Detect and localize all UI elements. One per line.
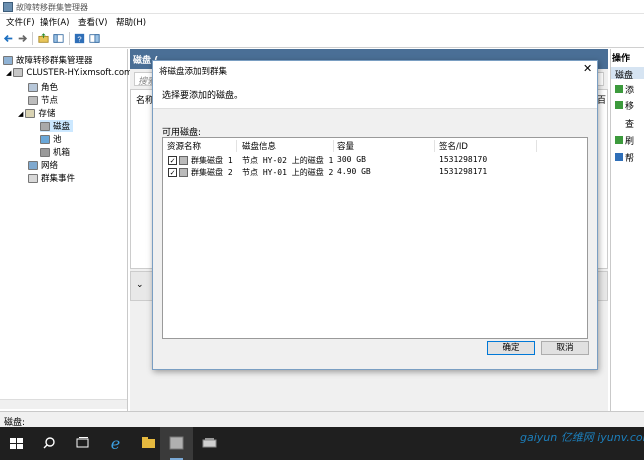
toolbar-separator bbox=[69, 32, 70, 45]
search-icon[interactable] bbox=[33, 427, 66, 460]
disk-icon bbox=[179, 156, 188, 165]
tree-item-storage[interactable]: ◢ 存储 bbox=[18, 107, 55, 119]
tree-item-pools[interactable]: 池 bbox=[40, 133, 62, 145]
disk-capacity: 4.90 GB bbox=[337, 167, 371, 176]
tree-item-disks[interactable]: 磁盘 bbox=[40, 120, 74, 132]
tree-cluster[interactable]: ◢ CLUSTER-HY.ixmsoft.com bbox=[6, 68, 132, 80]
disk-signature: 1531298170 bbox=[439, 155, 488, 164]
disk-icon bbox=[40, 122, 50, 131]
close-icon[interactable]: ✕ bbox=[583, 62, 592, 75]
menubar: 文件(F) 操作(A) 查看(V) 帮助(H) bbox=[0, 14, 644, 29]
menu-view[interactable]: 查看(V) bbox=[78, 16, 107, 28]
dialog-instruction: 选择要添加的磁盘。 bbox=[162, 91, 244, 101]
disk-row[interactable]: ✓ 群集磁盘 2 节点 HY-01 上的磁盘 2 4.90 GB 1531298… bbox=[163, 167, 587, 179]
disk-list: 资源名称 磁盘信息 容量 签名/ID ✓ 群集磁盘 1 节点 HY-02 上的磁… bbox=[162, 137, 588, 339]
help-icon bbox=[615, 153, 623, 161]
move-icon bbox=[615, 101, 623, 109]
disk-capacity: 300 GB bbox=[337, 155, 366, 164]
failover-cluster-manager-taskbar-icon[interactable] bbox=[160, 427, 193, 460]
action-add[interactable]: 添 bbox=[615, 83, 644, 96]
disk-checkbox[interactable]: ✓ bbox=[168, 156, 177, 165]
cancel-button[interactable]: 取消 bbox=[541, 341, 589, 355]
pool-icon bbox=[40, 135, 50, 144]
menu-file[interactable]: 文件(F) bbox=[6, 16, 35, 28]
tree-item-networks[interactable]: 网络 bbox=[28, 159, 58, 171]
tree-root[interactable]: 故障转移群集管理器 bbox=[3, 54, 93, 66]
toolbar-separator bbox=[32, 32, 33, 45]
taskbar: e gaiyun 亿维网 iyunv.com bbox=[0, 427, 644, 460]
dialog-body: 选择要添加的磁盘。 可用磁盘: 资源名称 磁盘信息 容量 签名/ID ✓ 群集磁… bbox=[153, 79, 597, 369]
disk-signature: 1531298171 bbox=[439, 167, 488, 176]
back-arrow-icon[interactable] bbox=[2, 32, 15, 45]
menu-action[interactable]: 操作(A) bbox=[40, 16, 69, 28]
refresh-icon bbox=[615, 136, 623, 144]
column-header-signature[interactable]: 签名/ID bbox=[437, 140, 537, 152]
add-disk-icon bbox=[615, 85, 623, 93]
column-header-resource-name[interactable]: 资源名称 bbox=[167, 140, 237, 152]
enclosure-icon bbox=[40, 148, 50, 157]
dialog-titlebar: 将磁盘添加到群集 ✕ bbox=[153, 61, 597, 79]
add-disks-dialog: 将磁盘添加到群集 ✕ 选择要添加的磁盘。 可用磁盘: 资源名称 磁盘信息 容量 … bbox=[152, 60, 598, 370]
storage-icon bbox=[25, 109, 36, 118]
tree-item-enclosures[interactable]: 机箱 bbox=[40, 146, 70, 158]
network-icon bbox=[28, 161, 38, 170]
dialog-title: 将磁盘添加到群集 bbox=[159, 67, 228, 77]
disk-info: 节点 HY-02 上的磁盘 1 bbox=[242, 156, 334, 165]
show-hide-tree-icon[interactable] bbox=[52, 32, 65, 45]
toolbar: ? bbox=[0, 29, 644, 48]
action-view[interactable]: 查 bbox=[625, 117, 644, 130]
expand-chevron-icon[interactable]: ⌄ bbox=[136, 280, 144, 290]
disk-info: 节点 HY-01 上的磁盘 2 bbox=[242, 168, 334, 177]
internet-explorer-icon[interactable]: e bbox=[99, 427, 132, 460]
action-refresh[interactable]: 刷 bbox=[615, 134, 644, 147]
events-icon bbox=[28, 174, 38, 183]
action-help[interactable]: 帮 bbox=[615, 151, 644, 164]
task-view-icon[interactable] bbox=[66, 427, 99, 460]
dialog-instruction-band: 选择要添加的磁盘。 bbox=[153, 79, 597, 109]
nodes-icon bbox=[28, 96, 38, 105]
roles-icon bbox=[28, 83, 38, 92]
disk-name: 群集磁盘 2 bbox=[191, 168, 233, 177]
column-header-disk-info[interactable]: 磁盘信息 bbox=[240, 140, 334, 152]
forward-arrow-icon[interactable] bbox=[16, 32, 29, 45]
collapse-arrow-icon[interactable]: ◢ bbox=[6, 69, 11, 77]
server-manager-icon[interactable] bbox=[193, 427, 226, 460]
center-column-right[interactable]: 百 bbox=[597, 93, 606, 106]
help-icon[interactable]: ? bbox=[73, 32, 86, 45]
actions-pane: 操作 磁盘 添 移 查 刷 帮 bbox=[610, 49, 644, 411]
cluster-manager-icon bbox=[3, 56, 13, 65]
window-title: 故障转移群集管理器 bbox=[16, 3, 88, 12]
start-button-icon[interactable] bbox=[0, 427, 33, 460]
tree-item-cluster-events[interactable]: 群集事件 bbox=[28, 172, 75, 184]
watermark-text: gaiyun 亿维网 iyunv.com bbox=[520, 431, 644, 444]
svg-text:?: ? bbox=[77, 34, 81, 43]
disk-name: 群集磁盘 1 bbox=[191, 156, 233, 165]
navigation-tree: 故障转移群集管理器 ◢ CLUSTER-HY.ixmsoft.com 角色 节点 … bbox=[0, 49, 132, 411]
properties-pane-icon[interactable] bbox=[88, 32, 101, 45]
actions-header: 操作 bbox=[612, 54, 631, 64]
watermark-logo: gaiyun 亿维网 iyunv.com bbox=[520, 407, 644, 455]
actions-section[interactable]: 磁盘 bbox=[611, 67, 644, 81]
disk-row[interactable]: ✓ 群集磁盘 1 节点 HY-02 上的磁盘 1 300 GB 15312981… bbox=[163, 155, 587, 167]
tree-scrollbar[interactable] bbox=[0, 399, 127, 409]
tree-item-nodes[interactable]: 节点 bbox=[28, 94, 58, 106]
disk-icon bbox=[179, 168, 188, 177]
up-folder-icon[interactable] bbox=[37, 32, 50, 45]
tree-item-roles[interactable]: 角色 bbox=[28, 81, 58, 93]
disk-checkbox[interactable]: ✓ bbox=[168, 168, 177, 177]
action-move[interactable]: 移 bbox=[615, 99, 644, 112]
ok-button[interactable]: 确定 bbox=[487, 341, 535, 355]
window-titlebar: 故障转移群集管理器 bbox=[0, 0, 644, 14]
column-header-capacity[interactable]: 容量 bbox=[335, 140, 435, 152]
cluster-icon bbox=[13, 68, 24, 77]
menu-help[interactable]: 帮助(H) bbox=[116, 16, 146, 28]
svg-text:e: e bbox=[111, 434, 120, 453]
app-icon bbox=[3, 2, 13, 12]
collapse-arrow-icon[interactable]: ◢ bbox=[18, 110, 23, 118]
